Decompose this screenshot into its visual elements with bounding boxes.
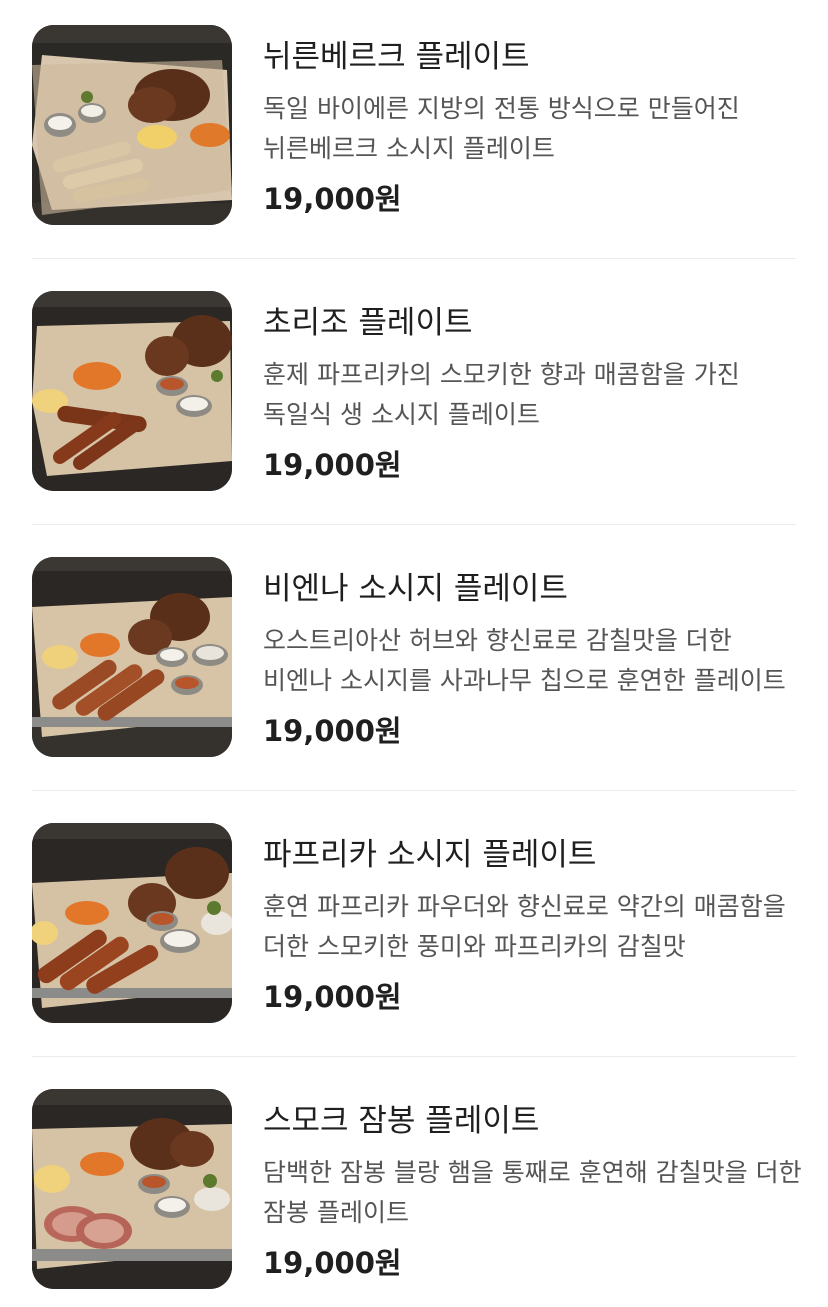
menu-description: 독일 바이에른 지방의 전통 방식으로 만들어진 뉘른베르크 소시지 플레이트 [263, 94, 740, 163]
menu-price: 19,000원 [263, 448, 402, 482]
divider [32, 524, 796, 525]
menu-item[interactable]: 뉘른베르크 플레이트 독일 바이에른 지방의 전통 방식으로 만들어진 뉘른베르… [32, 25, 796, 225]
menu-info: 파프리카 소시지 플레이트 훈연 파프리카 파우더와 향신료로 약간의 매콤함을… [263, 823, 803, 1017]
menu-description: 오스트리아산 허브와 향신료로 감칠맛을 더한 비엔나 소시지를 사과나무 칩으… [263, 626, 786, 695]
divider [32, 790, 796, 791]
menu-price: 19,000원 [263, 980, 402, 1014]
menu-info: 비엔나 소시지 플레이트 오스트리아산 허브와 향신료로 감칠맛을 더한 비엔나… [263, 557, 803, 751]
menu-info: 뉘른베르크 플레이트 독일 바이에른 지방의 전통 방식으로 만들어진 뉘른베르… [263, 25, 803, 219]
food-photo [32, 557, 232, 757]
food-photo [32, 25, 232, 225]
divider [32, 1056, 796, 1057]
menu-name: 뉘른베르크 플레이트 [263, 39, 530, 75]
menu-price: 19,000원 [263, 1246, 402, 1280]
menu-item[interactable]: 초리조 플레이트 훈제 파프리카의 스모키한 향과 매콤함을 가진 독일식 생 … [32, 291, 796, 491]
menu-name: 초리조 플레이트 [263, 305, 473, 341]
menu-item[interactable]: 스모크 잠봉 플레이트 담백한 잠봉 블랑 햄을 통째로 훈연해 감칠맛을 더한… [32, 1089, 802, 1289]
menu-info: 초리조 플레이트 훈제 파프리카의 스모키한 향과 매콤함을 가진 독일식 생 … [263, 291, 803, 485]
menu-info: 스모크 잠봉 플레이트 담백한 잠봉 블랑 햄을 통째로 훈연해 감칠맛을 더한… [263, 1089, 803, 1283]
food-photo [32, 1089, 232, 1289]
menu-description: 훈연 파프리카 파우더와 향신료로 약간의 매콤함을 더한 스모키한 풍미와 파… [263, 892, 786, 961]
menu-name: 파프리카 소시지 플레이트 [263, 837, 597, 873]
menu-price: 19,000원 [263, 714, 402, 748]
menu-price: 19,000원 [263, 182, 402, 216]
menu-name: 비엔나 소시지 플레이트 [263, 571, 568, 607]
food-photo [32, 823, 232, 1023]
menu-description: 담백한 잠봉 블랑 햄을 통째로 훈연해 감칠맛을 더한 잠봉 플레이트 [263, 1158, 802, 1227]
divider [32, 258, 796, 259]
menu-name: 스모크 잠봉 플레이트 [263, 1103, 540, 1139]
menu-item[interactable]: 비엔나 소시지 플레이트 오스트리아산 허브와 향신료로 감칠맛을 더한 비엔나… [32, 557, 796, 757]
menu-item[interactable]: 파프리카 소시지 플레이트 훈연 파프리카 파우더와 향신료로 약간의 매콤함을… [32, 823, 796, 1023]
menu-description: 훈제 파프리카의 스모키한 향과 매콤함을 가진 독일식 생 소시지 플레이트 [263, 360, 740, 429]
food-photo [32, 291, 232, 491]
